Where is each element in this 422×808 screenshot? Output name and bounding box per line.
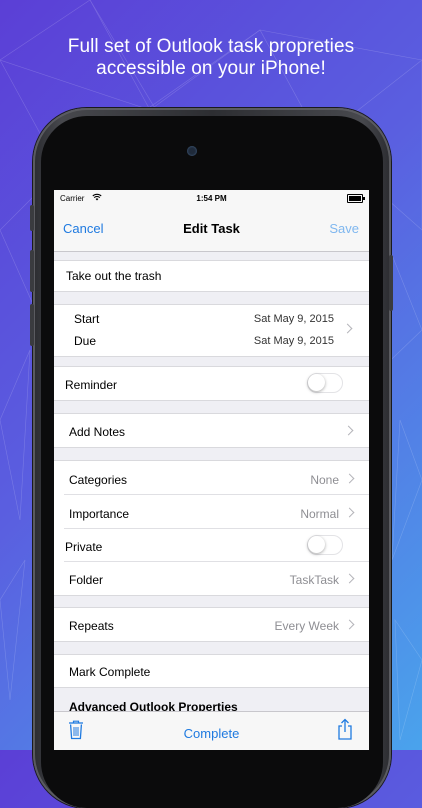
start-value: Sat May 9, 2015: [253, 313, 334, 325]
chevron-right-icon: [344, 573, 355, 584]
battery-icon: [347, 194, 365, 203]
headline-line-2: accessible on your iPhone!: [96, 58, 326, 79]
task-title-row[interactable]: Take out the trash: [54, 261, 369, 291]
add-notes-row[interactable]: Add Notes: [54, 414, 369, 447]
start-label: Start: [74, 312, 100, 326]
chevron-right-icon: [344, 507, 355, 518]
chevron-right-icon: [343, 425, 354, 436]
mark-complete-row[interactable]: Mark Complete: [54, 655, 369, 687]
power-button: [389, 255, 393, 311]
private-toggle[interactable]: [307, 535, 343, 555]
task-title-input[interactable]: Take out the trash: [66, 269, 161, 283]
chevron-right-icon: [344, 619, 355, 630]
repeats-row[interactable]: Repeats Every Week: [54, 608, 369, 641]
status-time: 1:54 PM: [196, 194, 227, 203]
folder-value: TaskTask: [289, 573, 339, 587]
due-date-row[interactable]: Due Sat May 9, 2015: [54, 329, 369, 353]
complete-button[interactable]: Complete: [54, 726, 369, 741]
properties-section: Categories None Importance Normal Privat…: [54, 460, 369, 596]
task-title-section: Take out the trash: [54, 260, 369, 292]
reminder-toggle[interactable]: [307, 373, 343, 393]
headline-line-1: Full set of Outlook task propreties: [67, 36, 355, 57]
repeats-value: Every Week: [274, 619, 339, 633]
due-value: Sat May 9, 2015: [253, 335, 334, 347]
page-title: Edit Task: [183, 221, 240, 236]
private-row: Private: [54, 529, 369, 562]
start-date-row[interactable]: Start Sat May 9, 2015: [54, 305, 369, 329]
mark-complete-label[interactable]: Mark Complete: [69, 665, 150, 679]
navigation-bar: Cancel Edit Task Save: [54, 207, 369, 252]
mute-switch: [30, 205, 34, 231]
importance-value: Normal: [300, 507, 339, 521]
categories-label: Categories: [69, 473, 128, 487]
categories-row[interactable]: Categories None: [54, 461, 369, 495]
phone-screen: Carrier 1:54 PM Cancel Edit Task Save Ta…: [54, 190, 369, 750]
importance-row[interactable]: Importance Normal: [54, 495, 369, 529]
reminder-label: Reminder: [65, 378, 118, 392]
volume-down-button: [30, 304, 34, 346]
categories-value: None: [310, 473, 339, 487]
importance-label: Importance: [69, 507, 130, 521]
folder-label: Folder: [69, 573, 104, 587]
folder-row[interactable]: Folder TaskTask: [54, 562, 369, 595]
mark-complete-section: Mark Complete: [54, 654, 369, 688]
save-button[interactable]: Save: [329, 221, 359, 236]
repeats-section: Repeats Every Week: [54, 607, 369, 642]
dates-section[interactable]: Start Sat May 9, 2015 Due Sat May 9, 201…: [54, 304, 369, 357]
headline: Full set of Outlook task propreties acce…: [0, 36, 422, 80]
due-label: Due: [74, 334, 97, 348]
volume-up-button: [30, 250, 34, 292]
bottom-toolbar: Complete: [54, 711, 369, 750]
reminder-row: Reminder: [54, 367, 369, 400]
front-camera: [187, 146, 197, 156]
share-icon[interactable]: [337, 718, 353, 745]
private-label: Private: [65, 540, 103, 554]
chevron-right-icon: [344, 473, 355, 484]
status-bar: Carrier 1:54 PM: [54, 190, 369, 207]
notes-section: Add Notes: [54, 413, 369, 448]
repeats-label: Repeats: [69, 619, 114, 633]
reminder-section: Reminder: [54, 366, 369, 401]
add-notes-label: Add Notes: [69, 425, 126, 439]
